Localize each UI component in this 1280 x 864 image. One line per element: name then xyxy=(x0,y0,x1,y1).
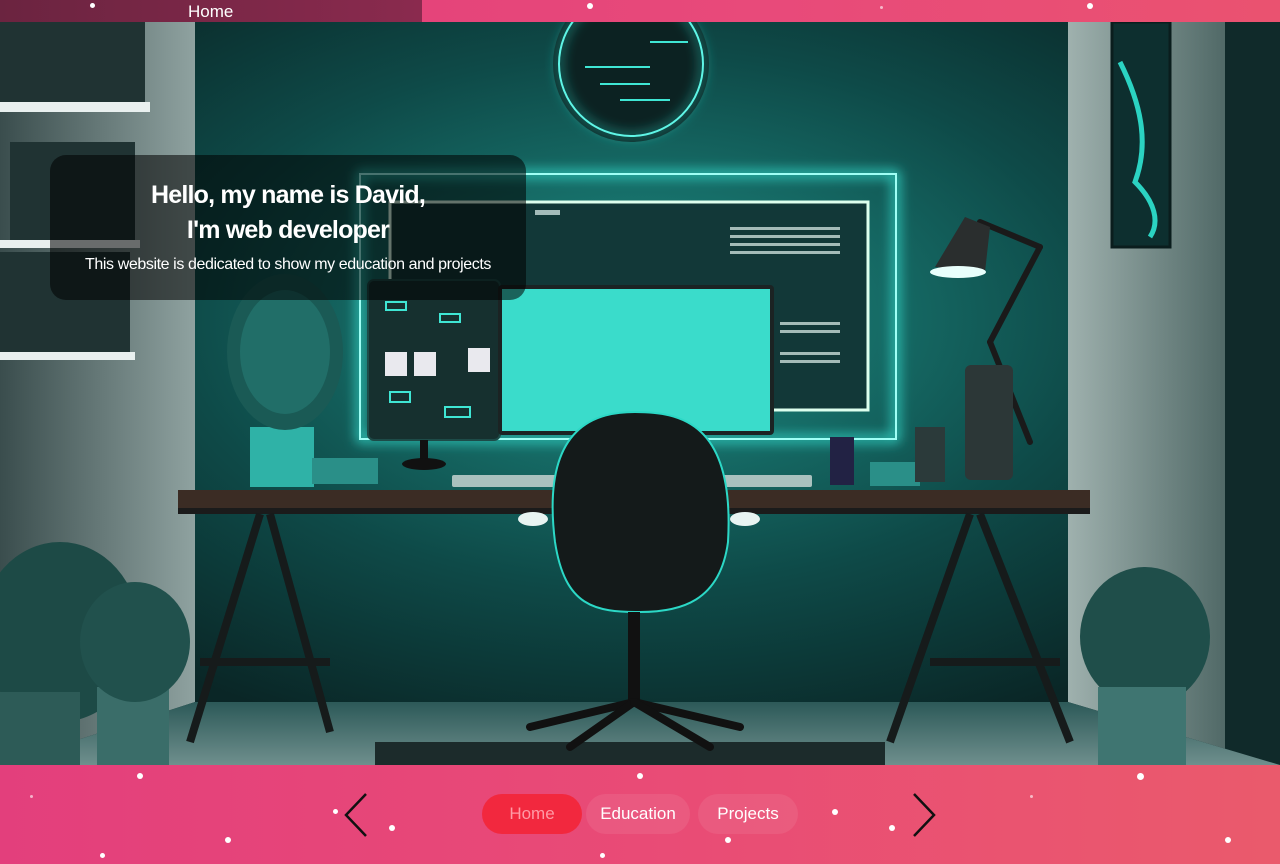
sparkle-dot xyxy=(389,825,395,831)
sparkle-dot xyxy=(832,809,838,815)
intro-card: Hello, my name is David, I'm web develop… xyxy=(50,155,526,300)
top-nav-bar: Home xyxy=(0,0,1280,22)
sparkle-dot xyxy=(1137,773,1144,780)
sparkle-dot xyxy=(137,773,143,779)
sparkle-dot xyxy=(1225,837,1231,843)
intro-title-line1: Hello, my name is David, xyxy=(151,181,426,209)
intro-title: Hello, my name is David, I'm web develop… xyxy=(50,178,526,248)
sparkle-dot xyxy=(1030,795,1033,798)
top-home-link[interactable]: Home xyxy=(0,0,422,22)
prev-slide-button[interactable] xyxy=(340,792,370,838)
nav-tab-projects[interactable]: Projects xyxy=(698,794,798,834)
nav-tab-home[interactable]: Home xyxy=(482,794,582,834)
hero-image xyxy=(0,22,1280,765)
next-slide-button[interactable] xyxy=(910,792,940,838)
workspace-illustration xyxy=(0,22,1280,765)
sparkle-dot xyxy=(600,853,605,858)
intro-subtitle: This website is dedicated to show my edu… xyxy=(85,256,491,273)
chevron-right-icon xyxy=(913,793,936,837)
sparkle-dot xyxy=(30,795,33,798)
sparkle-dot xyxy=(225,837,231,843)
sparkle-dot xyxy=(333,809,338,814)
sparkle-dot xyxy=(637,773,643,779)
sparkle-dot xyxy=(90,3,95,8)
sparkle-dot xyxy=(587,3,593,9)
top-home-label: Home xyxy=(188,2,234,21)
sparkle-dot xyxy=(889,825,895,831)
chevron-left-icon xyxy=(344,793,367,837)
sparkle-dot xyxy=(100,853,105,858)
sparkle-dot xyxy=(1087,3,1093,9)
sparkle-dot xyxy=(725,837,731,843)
nav-tab-education[interactable]: Education xyxy=(586,794,690,834)
sparkle-dot xyxy=(880,6,883,9)
intro-title-line2: I'm web developer xyxy=(186,216,390,244)
